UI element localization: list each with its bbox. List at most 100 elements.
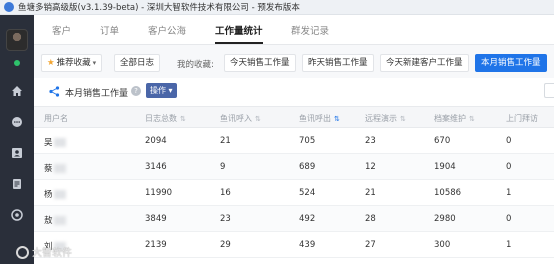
settings-icon[interactable] <box>11 209 23 221</box>
cell-archive-maintenance: 10586 <box>434 188 462 198</box>
column-header-remote-demo-label: 远程演示 <box>365 114 397 123</box>
column-header-remote-demo[interactable]: 远程演示 ⇅ <box>365 113 406 124</box>
cell-log-total: 2139 <box>145 240 167 250</box>
column-header-calls-out-label: 鱼讯呼出 <box>299 114 331 123</box>
workload-table: 用户名 日志总数 ⇅ 鱼讯呼入 ⇅ 鱼讯呼出 ⇅ 远程演示 ⇅ 档案维护 ⇅ 上门拜访 吴… <box>34 106 554 258</box>
sort-desc-icon[interactable]: ⇅ <box>334 115 340 123</box>
favorite-today-new-customers[interactable]: 今天新建客户工作量 <box>380 54 469 72</box>
sort-icon[interactable]: ⇅ <box>400 115 406 123</box>
cell-calls-in: 9 <box>220 162 226 172</box>
app-logo-icon <box>4 2 14 12</box>
cell-home-visit: 0 <box>506 136 512 146</box>
operation-dropdown-button[interactable]: 操作 ▾ <box>146 83 177 98</box>
username-text: 吴 <box>44 138 53 148</box>
favorites-toolbar: ★ 推荐收藏 ▾ 全部日志 我的收藏: 今天销售工作量 昨天销售工作量 今天新建客户… <box>34 45 554 78</box>
column-header-log-total-label: 日志总数 <box>145 114 177 123</box>
window-titlebar: 鱼塘多销高级版(v3.1.39-beta) - 深圳大智软件技术有限公司 - 预… <box>0 0 554 15</box>
cell-username: 蔡 <box>44 162 66 174</box>
column-header-calls-in-label: 鱼讯呼入 <box>220 114 252 123</box>
username-text: 敖 <box>44 216 53 226</box>
table-row[interactable]: 刘 2139 29 439 27 300 1 <box>34 232 554 258</box>
chat-icon[interactable] <box>11 116 23 128</box>
cell-remote-demo: 21 <box>365 188 376 198</box>
cell-archive-maintenance: 670 <box>434 136 451 146</box>
cell-calls-out: 492 <box>299 214 316 224</box>
tab-orders[interactable]: 订单 <box>100 23 119 37</box>
column-header-home-visit[interactable]: 上门拜访 <box>506 113 538 124</box>
chevron-down-icon: ▾ <box>92 59 97 67</box>
redacted-name <box>53 190 66 199</box>
all-log-button[interactable]: 全部日志 <box>114 54 161 72</box>
avatar[interactable] <box>6 29 28 51</box>
sort-icon[interactable]: ⇅ <box>255 115 261 123</box>
sort-icon[interactable]: ⇅ <box>180 115 186 123</box>
cell-archive-maintenance: 2980 <box>434 214 456 224</box>
favorite-today-sales[interactable]: 今天销售工作量 <box>224 54 296 72</box>
cell-log-total: 11990 <box>145 188 173 198</box>
cell-calls-in: 29 <box>220 240 231 250</box>
cell-home-visit: 1 <box>506 240 512 250</box>
tab-customer-pool[interactable]: 客户公海 <box>148 23 186 37</box>
table-row[interactable]: 敖 3849 23 492 28 2980 0 <box>34 206 554 232</box>
column-header-calls-in[interactable]: 鱼讯呼入 ⇅ <box>220 113 261 124</box>
cell-calls-out: 439 <box>299 240 316 250</box>
table-row[interactable]: 蔡 3146 9 689 12 1904 0 <box>34 154 554 180</box>
cell-calls-out: 689 <box>299 162 316 172</box>
column-header-archive-maintenance[interactable]: 档案维护 ⇅ <box>434 113 475 124</box>
tab-customers[interactable]: 客户 <box>52 23 71 37</box>
contacts-icon[interactable] <box>11 147 23 159</box>
table-row[interactable]: 吴 2094 21 705 23 670 0 <box>34 128 554 154</box>
my-favorites-label: 我的收藏: <box>177 60 214 70</box>
active-tab-indicator <box>215 42 263 44</box>
cell-remote-demo: 27 <box>365 240 376 250</box>
column-header-log-total[interactable]: 日志总数 ⇅ <box>145 113 186 124</box>
online-status-icon <box>14 60 20 66</box>
cell-home-visit: 0 <box>506 214 512 224</box>
column-header-calls-out[interactable]: 鱼讯呼出 ⇅ <box>299 113 340 124</box>
column-header-archive-maintenance-label: 档案维护 <box>434 114 466 123</box>
section-header: 本月销售工作量 ? 操作 ▾ <box>34 78 554 105</box>
table-row[interactable]: 杨 11990 16 524 21 10586 1 <box>34 180 554 206</box>
tab-workload-stats[interactable]: 工作量统计 <box>215 23 263 37</box>
watermark-text: 大智软件 <box>32 248 72 259</box>
cell-username: 敖 <box>44 214 66 226</box>
cell-calls-out: 705 <box>299 136 316 146</box>
tab-broadcast-records[interactable]: 群发记录 <box>291 23 329 37</box>
cell-log-total: 2094 <box>145 136 167 146</box>
cell-archive-maintenance: 1904 <box>434 162 456 172</box>
share-icon[interactable] <box>49 86 60 97</box>
cell-log-total: 3146 <box>145 162 167 172</box>
document-icon[interactable] <box>11 178 23 190</box>
cell-calls-in: 23 <box>220 214 231 224</box>
cell-log-total: 3849 <box>145 214 167 224</box>
operation-label: 操作 <box>150 86 166 95</box>
favorite-month-sales[interactable]: 本月销售工作量 <box>475 54 547 72</box>
section-title: 本月销售工作量 <box>65 89 129 99</box>
cell-username: 杨 <box>44 188 66 200</box>
sort-icon[interactable]: ⇅ <box>469 115 475 123</box>
username-text: 蔡 <box>44 164 53 174</box>
chevron-down-icon: ▾ <box>168 86 173 95</box>
cell-home-visit: 1 <box>506 188 512 198</box>
table-header: 用户名 日志总数 ⇅ 鱼讯呼入 ⇅ 鱼讯呼出 ⇅ 远程演示 ⇅ 档案维护 ⇅ 上门拜访 <box>34 106 554 128</box>
cell-calls-out: 524 <box>299 188 316 198</box>
home-icon[interactable] <box>11 85 23 97</box>
window-title: 鱼塘多销高级版(v3.1.39-beta) - 深圳大智软件技术有限公司 - 预… <box>18 3 300 13</box>
redacted-name <box>53 216 66 225</box>
cell-username: 吴 <box>44 136 66 148</box>
cell-archive-maintenance: 300 <box>434 240 451 250</box>
cell-remote-demo: 12 <box>365 162 376 172</box>
favorite-yesterday-sales[interactable]: 昨天销售工作量 <box>302 54 374 72</box>
star-icon: ★ <box>47 58 55 68</box>
username-text: 杨 <box>44 190 53 200</box>
cell-home-visit: 0 <box>506 162 512 172</box>
recommend-favorites-label: 推荐收藏 <box>56 58 91 68</box>
help-icon[interactable]: ? <box>131 86 141 96</box>
cell-calls-in: 21 <box>220 136 231 146</box>
recommend-favorites-button[interactable]: ★ 推荐收藏 ▾ <box>41 54 103 72</box>
watermark-logo-icon <box>16 246 29 259</box>
redacted-name <box>53 138 66 147</box>
search-input[interactable] <box>544 83 554 98</box>
cell-remote-demo: 23 <box>365 136 376 146</box>
cell-calls-in: 16 <box>220 188 231 198</box>
